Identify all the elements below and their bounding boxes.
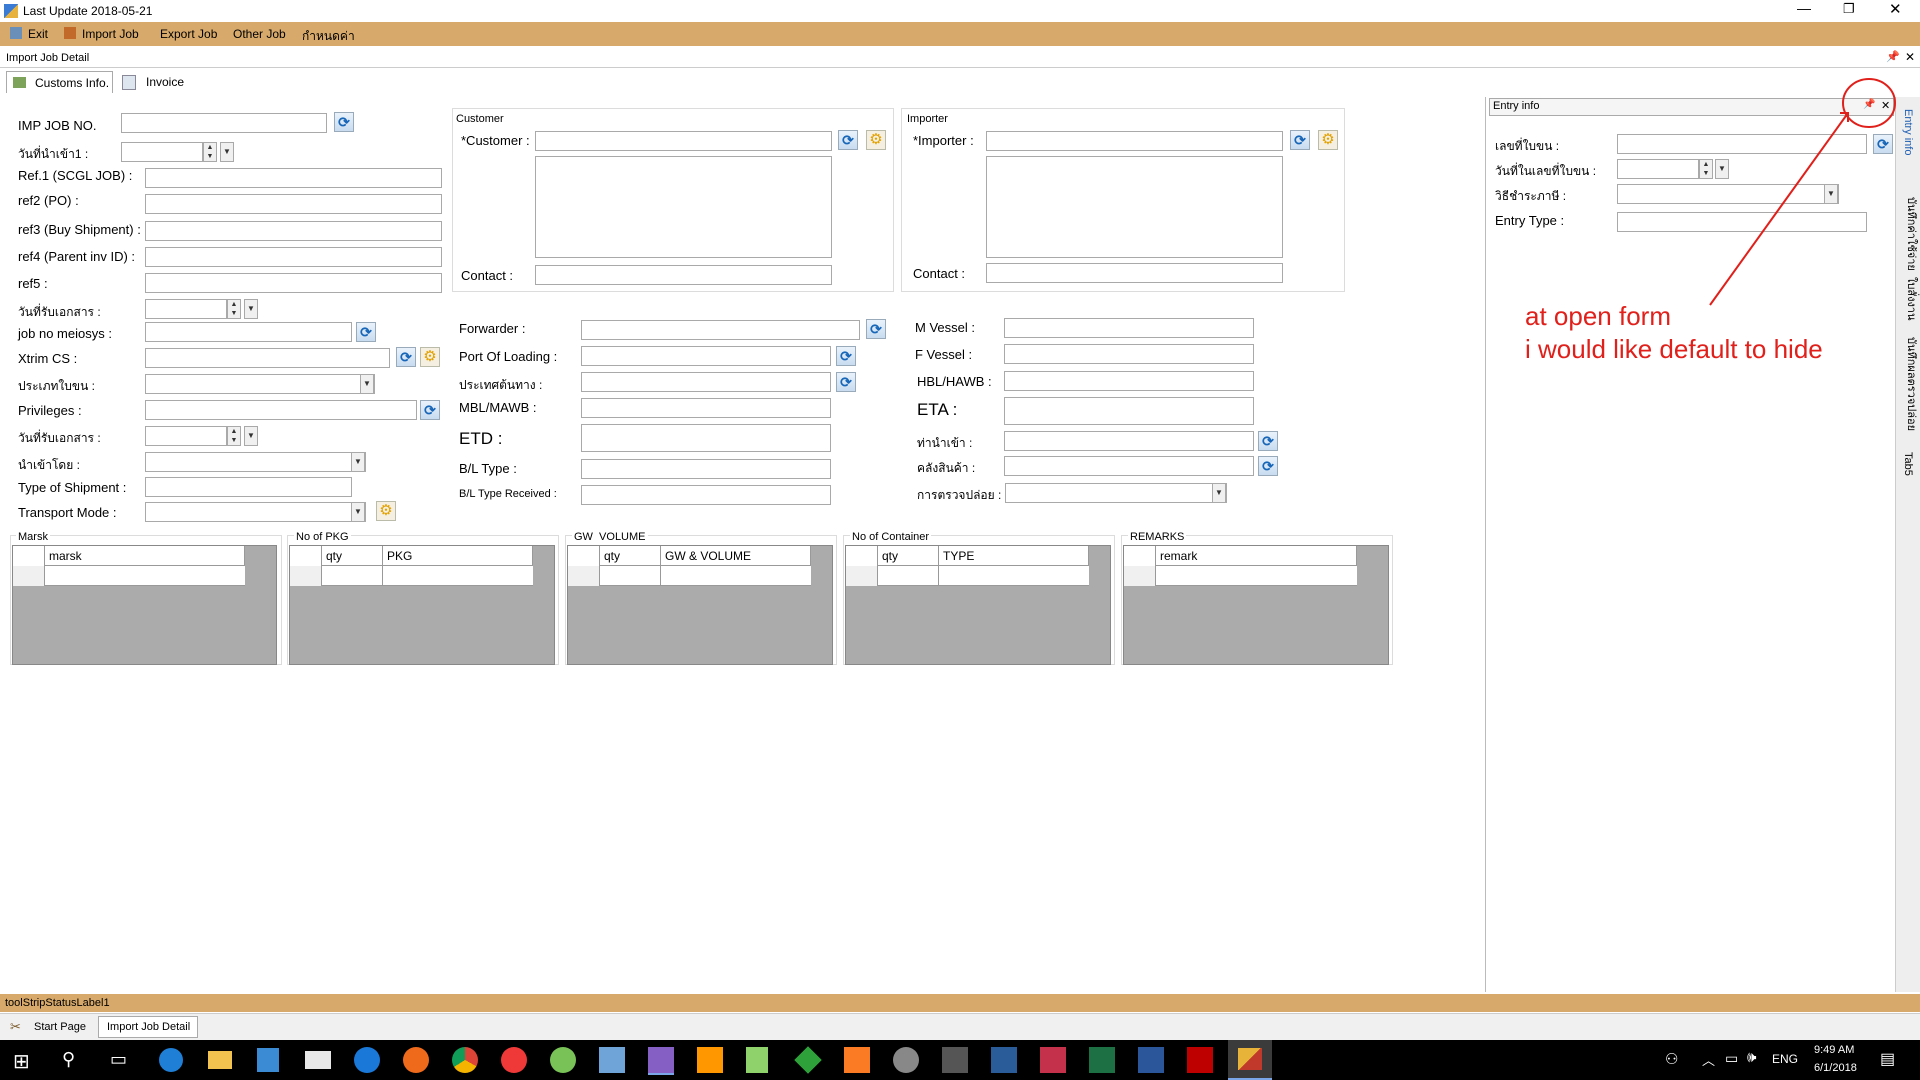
status-label: toolStripStatusLabel1 (5, 997, 110, 1009)
status-bar: toolStripStatusLabel1 (0, 994, 1920, 1012)
chrome-icon[interactable] (452, 1047, 478, 1073)
store-icon[interactable] (257, 1048, 279, 1072)
start-page-label: Start Page (34, 1021, 86, 1033)
tools-icon[interactable] (942, 1047, 968, 1073)
vivaldi-icon[interactable] (501, 1047, 527, 1073)
running-app-inner-icon (1238, 1048, 1262, 1070)
access-icon[interactable] (1040, 1047, 1066, 1073)
volume-icon[interactable]: 🕪 (1747, 1049, 1756, 1066)
xampp-icon[interactable] (844, 1047, 870, 1073)
notepad-icon[interactable] (746, 1047, 768, 1073)
file-explorer-icon[interactable] (208, 1051, 232, 1069)
virtualbox-icon[interactable] (599, 1047, 625, 1073)
mail-icon[interactable] (305, 1051, 331, 1069)
search-icon[interactable]: ⚲ (62, 1049, 75, 1070)
document-tabs: ✂ Start Page Import Job Detail (0, 1013, 1920, 1041)
clock-time[interactable]: 9:49 AM (1814, 1044, 1854, 1056)
edge-icon[interactable] (159, 1048, 183, 1072)
taskbar: ⊞ ⚲ ▭ ⚇ ︿ ▭ 🕪 ENG 9:49 AM 6/1/2018 ▤ (0, 1040, 1920, 1080)
action-center-icon[interactable]: ▤ (1880, 1049, 1895, 1069)
language-indicator[interactable]: ENG (1772, 1052, 1798, 1066)
import-job-detail-label: Import Job Detail (107, 1021, 191, 1033)
doc-tab-import-job-detail[interactable]: Import Job Detail (98, 1016, 198, 1038)
windows-start-icon[interactable]: ⊞ (13, 1049, 30, 1074)
visual-studio-icon[interactable] (648, 1047, 674, 1075)
android-studio-icon[interactable] (550, 1047, 576, 1073)
annotation-circle (1842, 78, 1896, 128)
excel-icon[interactable] (1089, 1047, 1115, 1073)
app-blue-icon[interactable] (354, 1047, 380, 1073)
start-page-icon: ✂ (10, 1019, 21, 1034)
doc-tab-start-page[interactable]: ✂ Start Page (4, 1017, 94, 1037)
clock-date[interactable]: 6/1/2018 (1814, 1062, 1857, 1074)
annotation-text-line2: i would like default to hide (1525, 334, 1823, 364)
git-icon[interactable] (794, 1046, 822, 1074)
annotation-overlay (1709, 78, 1896, 306)
network-icon[interactable]: ▭ (1725, 1050, 1738, 1067)
filezilla-icon[interactable] (1187, 1047, 1213, 1073)
task-view-icon[interactable]: ▭ (110, 1049, 127, 1070)
people-icon[interactable]: ⚇ (1665, 1050, 1678, 1068)
word-icon[interactable] (1138, 1047, 1164, 1073)
tray-chevron-icon[interactable]: ︿ (1702, 1050, 1715, 1069)
annotation-text-line1: at open form (1525, 301, 1671, 331)
firefox-icon[interactable] (403, 1047, 429, 1073)
running-app-icon[interactable] (1228, 1040, 1272, 1080)
annotation-arrow-line (1709, 112, 1849, 306)
sql-icon[interactable] (991, 1047, 1017, 1073)
app-gray-icon[interactable] (893, 1047, 919, 1073)
sublime-icon[interactable] (697, 1047, 723, 1073)
